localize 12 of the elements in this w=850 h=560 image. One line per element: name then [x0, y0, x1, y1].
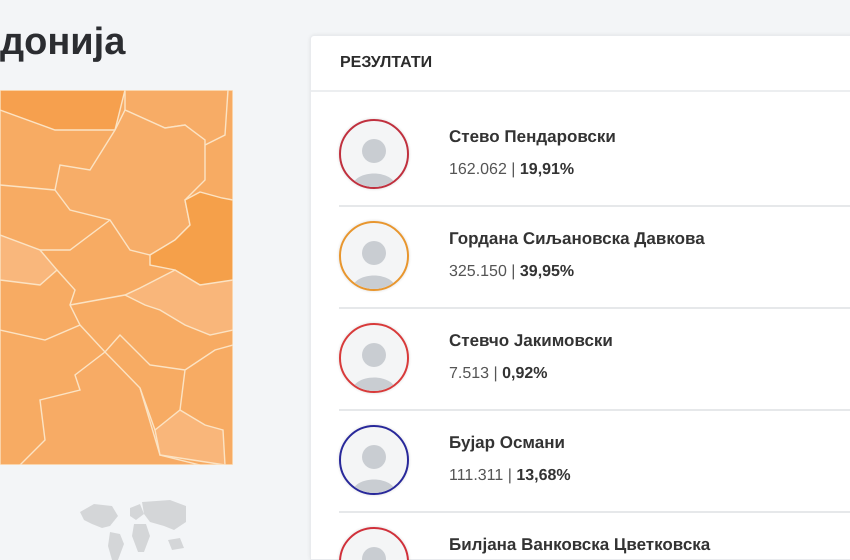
world-map-icon — [80, 498, 186, 560]
results-title: РЕЗУЛТАТИ — [340, 54, 432, 72]
candidate-name: Бујар Османи — [449, 433, 566, 453]
vote-result: 7.513 | 0,92% — [449, 365, 548, 383]
candidate-name: Стево Пендаровски — [449, 127, 616, 147]
vote-result: 325.150 | 39,95% — [449, 263, 576, 281]
candidate-name: Гордана Сиљановска Давкова — [449, 229, 705, 249]
candidate-name: Стевчо Јакимовски — [449, 331, 613, 351]
vote-result: 111.311 | 13,68% — [449, 467, 571, 485]
candidate-name: Билјана Ванковска Цветковска — [449, 535, 710, 555]
vote-result: 162.062 | 19,91% — [449, 161, 576, 179]
page-heading: донија — [0, 20, 127, 65]
